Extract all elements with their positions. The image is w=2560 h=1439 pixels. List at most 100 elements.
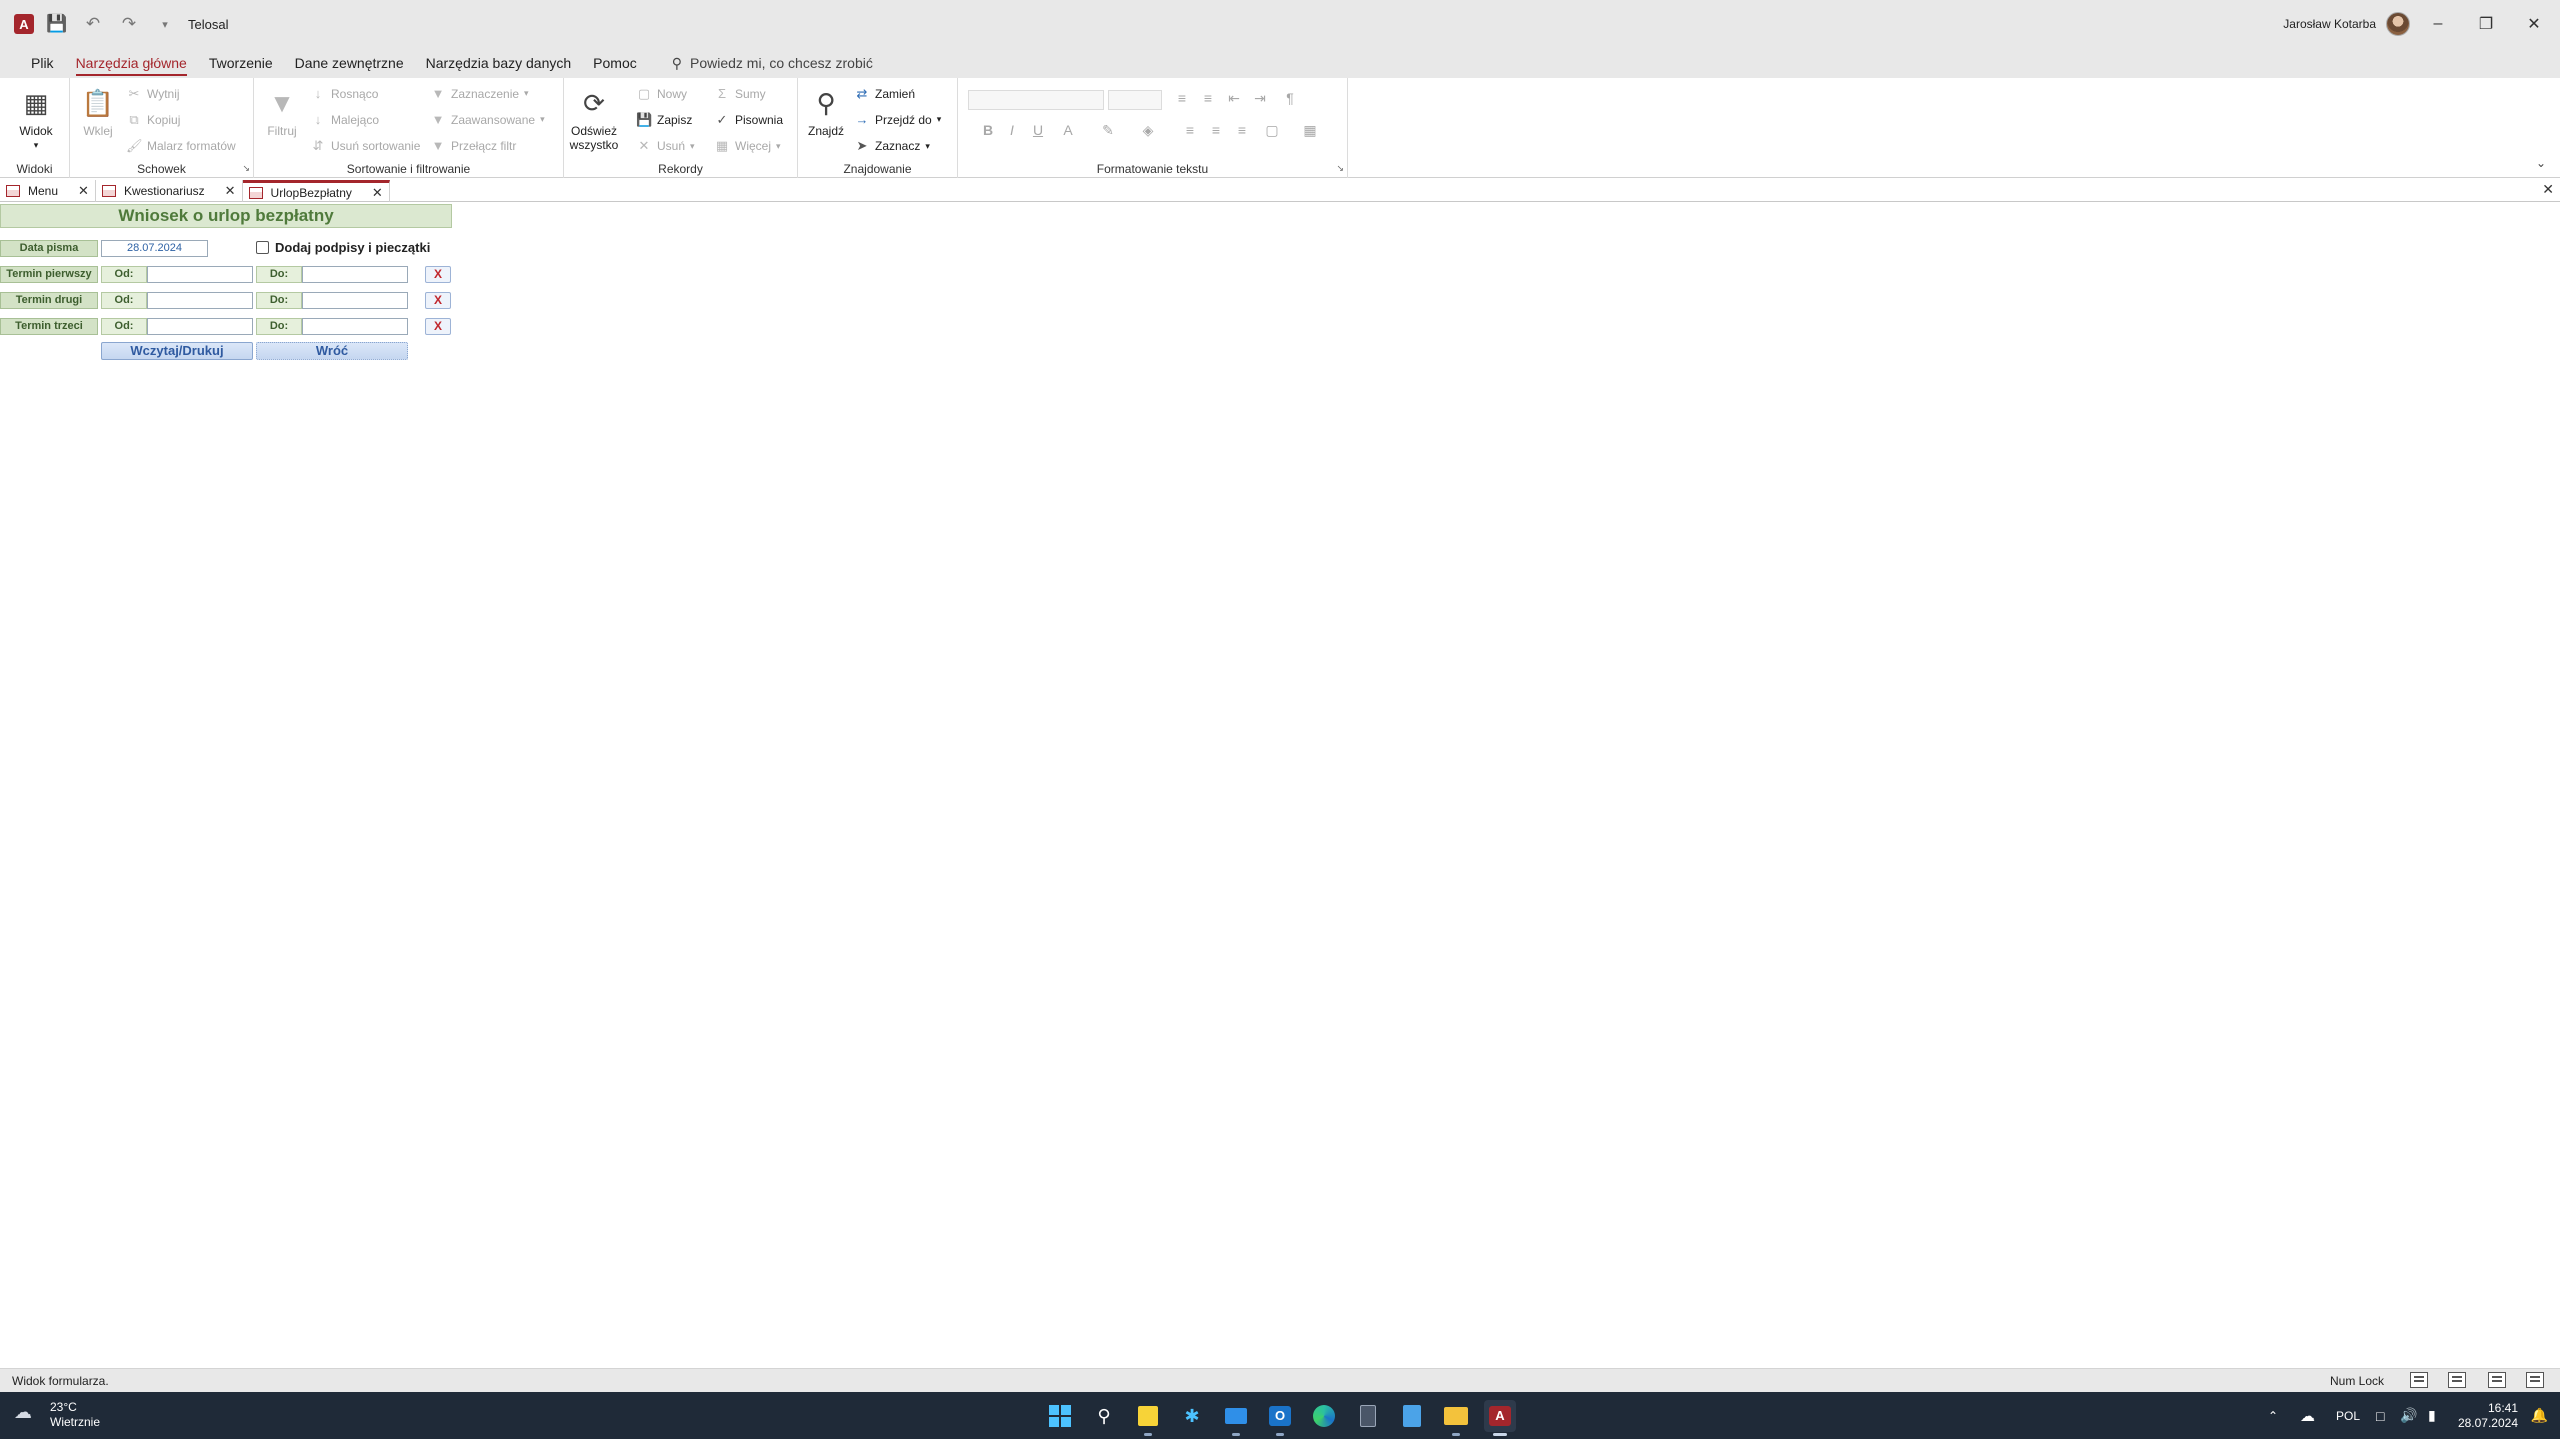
toggle-filter-button[interactable]: ▼ Przełącz filtr [430,138,517,153]
goto-button[interactable]: → Przejdź do ▾ [854,112,942,127]
gridlines-icon[interactable]: ▦ [1300,122,1320,139]
file-explorer-icon[interactable] [1440,1400,1472,1436]
filter-button[interactable]: ▼ Filtruj [260,86,304,138]
battery-icon[interactable]: ▮ [2428,1392,2436,1439]
signatures-checkbox[interactable]: Dodaj podpisy i pieczątki [256,240,430,255]
doc-tab-urlopbezplatny[interactable]: UrlopBezpłatny ✕ [242,180,390,202]
view-button[interactable]: ▦ Widok ▾ [14,86,58,152]
term-1-from-input[interactable] [147,266,253,283]
selection-button[interactable]: ▼ Zaznaczenie ▾ [430,86,529,101]
volume-icon[interactable]: 🔊 [2400,1392,2417,1439]
align-left-icon[interactable]: ≡ [1180,122,1200,138]
term-2-from-input[interactable] [147,292,253,309]
collapse-ribbon-icon[interactable]: ⌄ [2536,156,2546,170]
format-painter-button[interactable]: 🖌 Malarz formatów [126,138,236,154]
cut-button[interactable]: ✂ Wytnij [126,86,180,102]
term-1-to-input[interactable] [302,266,408,283]
doc-tab-menu[interactable]: Menu ✕ [0,180,96,202]
load-print-button[interactable]: Wczytaj/Drukuj [101,342,253,360]
dialog-launcher-icon[interactable]: ↘ [1336,163,1344,174]
term-3-from-input[interactable] [147,318,253,335]
refresh-all-button[interactable]: ⟳ Odśwież wszystko [568,86,620,152]
edge-icon[interactable] [1308,1400,1340,1432]
font-name-combo[interactable] [968,90,1104,110]
save-record-button[interactable]: 💾 Zapisz [636,112,692,128]
notepad-icon[interactable] [1396,1400,1428,1432]
select-button[interactable]: ➤ Zaznacz ▾ [854,138,930,154]
undo-icon[interactable]: ↶ [80,11,106,37]
term-1-clear-button[interactable]: X [425,266,451,283]
copy-button[interactable]: ⧉ Kopiuj [126,112,180,128]
show-hidden-icons[interactable]: ⌃ [2268,1392,2278,1439]
redo-icon[interactable]: ↷ [116,11,142,37]
calculator-icon[interactable] [1352,1400,1384,1432]
term-3-clear-button[interactable]: X [425,318,451,335]
fill-color-icon[interactable]: ◈ [1138,122,1158,139]
network-icon[interactable]: □ [2376,1392,2384,1439]
paste-button[interactable]: 📋 Wklej [76,86,120,138]
conditional-format-icon[interactable]: ▢ [1262,122,1282,139]
term-2-clear-button[interactable]: X [425,292,451,309]
account-area[interactable]: Jarosław Kotarba [2283,0,2410,48]
close-document-icon[interactable]: ✕ [2542,181,2554,198]
tab-tworzenie[interactable]: Tworzenie [198,48,284,78]
layout-view-icon[interactable] [2488,1372,2506,1388]
tab-dane-zewnetrzne[interactable]: Dane zewnętrzne [284,48,415,78]
close-tab-icon[interactable]: ✕ [372,185,383,201]
font-color-icon[interactable]: A [1058,122,1078,138]
paragraph-direction-icon[interactable]: ¶ [1280,90,1300,106]
find-button[interactable]: ⚲ Znajdź [806,86,846,138]
date-field[interactable]: 28.07.2024 [101,240,208,257]
underline-icon[interactable]: U [1028,122,1048,138]
align-center-icon[interactable]: ≡ [1206,122,1226,138]
access-app-icon[interactable]: A [14,14,34,34]
increase-indent-icon[interactable]: ⇥ [1250,90,1270,107]
design-view-icon[interactable] [2526,1372,2544,1388]
outlook-icon[interactable]: O [1264,1400,1296,1436]
replace-button[interactable]: ⇄ Zamień [854,86,915,102]
font-size-combo[interactable] [1108,90,1162,110]
tab-narzedzia-bazy-danych[interactable]: Narzędzia bazy danych [415,48,583,78]
notification-bell-icon[interactable]: 🔔 [2531,1392,2548,1439]
sticky-notes-icon[interactable] [1132,1400,1164,1436]
form-view-icon[interactable] [2410,1372,2428,1388]
remote-desktop-icon[interactable] [1220,1400,1252,1436]
language-indicator[interactable]: POL [2336,1392,2360,1439]
term-3-to-input[interactable] [302,318,408,335]
customize-toolbar-icon[interactable]: ▾ [152,11,178,37]
remove-sort-button[interactable]: ⇵ Usuń sortowanie [310,138,421,154]
restore-icon[interactable]: ❐ [2462,0,2510,48]
highlight-icon[interactable]: ✎ [1098,122,1118,139]
sort-ascending-button[interactable]: ↓ Rosnąco [310,86,379,101]
access-taskbar-icon[interactable]: A [1484,1400,1516,1436]
advanced-button[interactable]: ▼ Zaawansowane ▾ [430,112,545,127]
close-tab-icon[interactable]: ✕ [78,183,89,199]
totals-button[interactable]: Σ Sumy [714,86,766,101]
back-button[interactable]: Wróć [256,342,408,360]
dialog-launcher-icon[interactable]: ↘ [242,163,250,174]
avatar[interactable] [2386,12,2410,36]
start-icon[interactable] [1044,1400,1076,1432]
align-right-icon[interactable]: ≡ [1232,122,1252,138]
bluetooth-icon[interactable]: ✱ [1176,1400,1208,1432]
delete-record-button[interactable]: ✕ Usuń ▾ [636,138,695,154]
datasheet-view-icon[interactable] [2448,1372,2466,1388]
bullets-icon[interactable]: ≡ [1172,90,1192,106]
decrease-indent-icon[interactable]: ⇤ [1224,90,1244,107]
checkbox-box[interactable] [256,241,269,254]
sort-descending-button[interactable]: ↓ Malejąco [310,112,379,127]
term-2-to-input[interactable] [302,292,408,309]
save-icon[interactable]: 💾 [44,11,70,37]
spelling-button[interactable]: ✓ Pisownia [714,112,783,128]
tab-narzedzia-glowne[interactable]: Narzędzia główne [65,48,198,78]
tell-me-search[interactable]: ⚲ Powiedz mi, co chcesz zrobić [672,55,873,72]
tab-plik[interactable]: Plik [20,48,65,78]
close-tab-icon[interactable]: ✕ [225,183,236,199]
numbering-icon[interactable]: ≡ [1198,90,1218,106]
onedrive-icon[interactable]: ☁ [2300,1392,2315,1439]
more-button[interactable]: ▦ Więcej ▾ [714,138,781,154]
clock[interactable]: 16:41 28.07.2024 [2458,1401,2518,1431]
italic-icon[interactable]: I [1002,122,1022,138]
new-record-button[interactable]: ▢ Nowy [636,86,687,102]
search-icon[interactable]: ⚲ [1088,1400,1120,1432]
